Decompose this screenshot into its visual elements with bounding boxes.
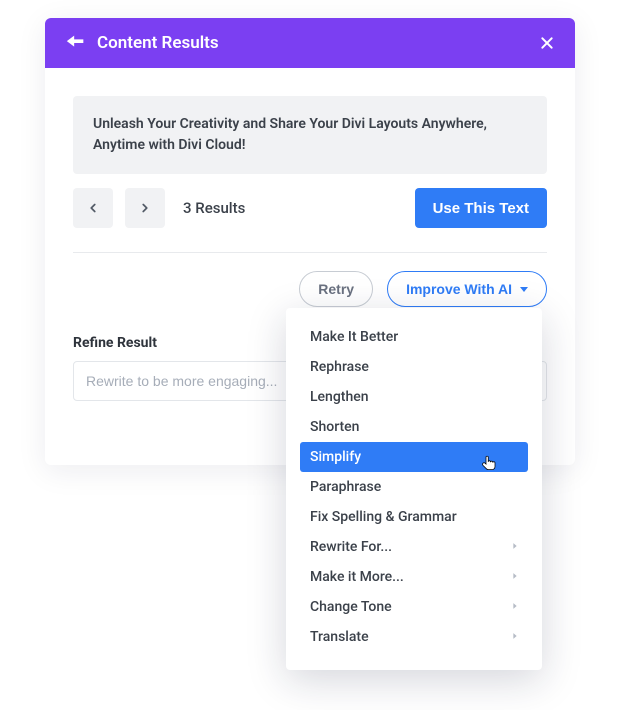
use-this-text-button[interactable]: Use This Text	[415, 188, 547, 228]
result-preview: Unleash Your Creativity and Share Your D…	[73, 96, 547, 174]
menu-item-label: Change Tone	[310, 599, 392, 615]
menu-item-simplify[interactable]: Simplify	[300, 442, 528, 472]
menu-item-rephrase[interactable]: Rephrase	[300, 352, 528, 382]
menu-item-label: Paraphrase	[310, 479, 381, 495]
menu-item-label: Rephrase	[310, 359, 369, 375]
page-title: Content Results	[97, 33, 219, 53]
menu-item-label: Make It Better	[310, 329, 398, 345]
results-count: 3 Results	[183, 199, 245, 217]
menu-item-label: Make it More...	[310, 569, 404, 585]
menu-item-label: Shorten	[310, 419, 359, 435]
menu-item-translate[interactable]: Translate	[300, 622, 528, 652]
menu-item-rewrite-for[interactable]: Rewrite For...	[300, 532, 528, 562]
menu-item-label: Simplify	[310, 449, 361, 465]
back-arrow-icon[interactable]	[65, 32, 87, 54]
result-text: Unleash Your Creativity and Share Your D…	[93, 116, 487, 153]
chevron-right-icon	[510, 569, 520, 585]
menu-item-paraphrase[interactable]: Paraphrase	[300, 472, 528, 502]
caret-down-icon	[520, 287, 528, 292]
menu-item-fix-spelling-grammar[interactable]: Fix Spelling & Grammar	[300, 502, 528, 532]
menu-item-label: Lengthen	[310, 389, 369, 405]
panel-header: Content Results	[45, 18, 575, 68]
menu-item-make-it-more[interactable]: Make it More...	[300, 562, 528, 592]
menu-item-label: Rewrite For...	[310, 539, 392, 555]
chevron-right-icon	[510, 629, 520, 645]
chevron-right-icon	[510, 539, 520, 555]
close-icon[interactable]	[537, 33, 557, 53]
improve-dropdown-menu: Make It Better Rephrase Lengthen Shorten Sim…	[286, 308, 542, 670]
menu-item-make-it-better[interactable]: Make It Better	[300, 322, 528, 352]
retry-button[interactable]: Retry	[299, 271, 373, 307]
pager-row: 3 Results Use This Text	[73, 188, 547, 253]
chevron-right-icon	[510, 599, 520, 615]
menu-item-change-tone[interactable]: Change Tone	[300, 592, 528, 622]
improve-with-ai-button[interactable]: Improve With AI	[387, 271, 547, 307]
menu-item-shorten[interactable]: Shorten	[300, 412, 528, 442]
menu-item-label: Translate	[310, 629, 369, 645]
actions-row: Retry Improve With AI	[73, 271, 547, 307]
prev-button[interactable]	[73, 188, 113, 228]
menu-item-label: Fix Spelling & Grammar	[310, 509, 457, 525]
improve-with-ai-label: Improve With AI	[406, 281, 512, 297]
menu-item-lengthen[interactable]: Lengthen	[300, 382, 528, 412]
next-button[interactable]	[125, 188, 165, 228]
